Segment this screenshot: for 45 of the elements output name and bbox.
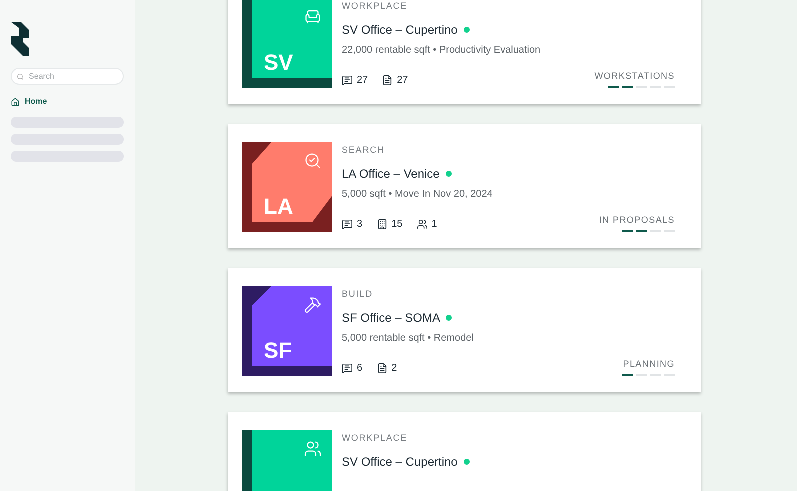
document-icon: [376, 363, 388, 374]
logo-icon: [11, 22, 29, 56]
project-details: 5,000 sqft • Move In Nov 20, 2024: [342, 188, 494, 202]
project-category: BUILD: [342, 288, 374, 301]
tile-initials: SF: [264, 337, 292, 365]
search-input[interactable]: Search: [29, 70, 118, 82]
stat-count: 27: [397, 74, 408, 88]
project-card[interactable]: WORKPLACE SV Office – Cupertino: [228, 412, 701, 491]
project-card[interactable]: SV WORKPLACE SV Office – Cupertino 22,000 rentable sqft • Productivity Evaluation 27 27 WORKSTATIONS: [228, 0, 701, 104]
project-details: 5,000 rentable sqft • Remodel: [342, 332, 475, 346]
project-card[interactable]: SF BUILD SF Office – SOMA 5,000 rentable sqft • Remodel 6 2 PLANNING: [228, 268, 701, 392]
chair-icon: [304, 8, 322, 26]
project-title: LA Office – Venice: [342, 166, 440, 182]
people-icon: [304, 440, 322, 458]
stat-count: 3: [357, 218, 363, 232]
hammer-icon: [304, 296, 322, 314]
stat-count: 2: [392, 362, 398, 376]
stage-label: WORKSTATIONS: [594, 70, 675, 82]
stage-label: PLANNING: [623, 358, 675, 370]
project-title: SV Office – Cupertino: [342, 22, 458, 38]
search-icon: [17, 72, 24, 80]
home-icon: [11, 98, 20, 106]
project-category: SEARCH: [342, 144, 386, 157]
project-card[interactable]: LA SEARCH LA Office – Venice 5,000 sqft • Move In Nov 20, 2024 3 15 1 IN PROPOSALS: [228, 124, 701, 248]
stat-count: 6: [357, 362, 363, 376]
stat-count: 15: [392, 218, 403, 232]
people-icon: [416, 219, 428, 230]
project-title: SV Office – Cupertino: [342, 454, 458, 470]
document-icon: [382, 75, 394, 86]
magnifier-icon: [304, 152, 322, 170]
stat-count: 1: [432, 218, 438, 232]
project-title: SF Office – SOMA: [342, 310, 440, 326]
comment-icon: [342, 75, 353, 86]
tile-initials: LA: [264, 193, 294, 221]
building-icon: [376, 219, 388, 230]
comment-icon: [342, 219, 353, 230]
comment-icon: [342, 363, 353, 374]
project-category: WORKPLACE: [342, 432, 409, 445]
stage-label: IN PROPOSALS: [599, 214, 675, 226]
nav-item[interactable]: Home: [11, 96, 124, 108]
project-details: 22,000 rentable sqft • Productivity Evaluation: [342, 44, 542, 58]
tile-initials: SV: [264, 49, 294, 77]
stat-count: 27: [357, 74, 368, 88]
project-category: WORKPLACE: [342, 0, 409, 13]
search-field[interactable]: Search: [11, 68, 124, 85]
